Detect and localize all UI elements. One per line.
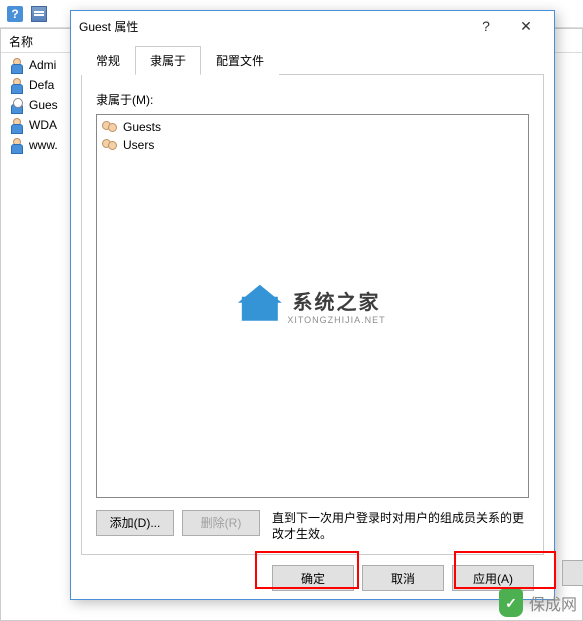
dialog-button-row: 确定 取消 应用(A) [81, 555, 544, 591]
footer-watermark: 保成网 [499, 589, 577, 617]
dialog-body: 常规 隶属于 配置文件 隶属于(M): Guests Users 系统之家 XI… [71, 41, 554, 599]
list-item-label: WDA [29, 118, 57, 132]
help-toolbar-button[interactable]: ? [4, 3, 26, 25]
panel-toolbar-button[interactable] [28, 3, 50, 25]
member-of-listbox[interactable]: Guests Users 系统之家 XITONGZHIJIA.NET [96, 114, 529, 498]
help-button[interactable]: 帮助 [562, 560, 583, 586]
tab-member-of[interactable]: 隶属于 [135, 46, 201, 75]
panel-icon [31, 6, 47, 22]
member-item-label: Users [123, 138, 154, 152]
list-item-label: Admi [29, 58, 56, 72]
member-of-label: 隶属于(M): [96, 91, 529, 108]
add-button[interactable]: 添加(D)... [96, 510, 174, 536]
tab-profile[interactable]: 配置文件 [201, 46, 279, 75]
shield-icon [499, 589, 523, 617]
watermark-title: 系统之家 [287, 286, 385, 315]
properties-dialog: Guest 属性 ? ✕ 常规 隶属于 配置文件 隶属于(M): Guests … [70, 10, 555, 600]
member-item[interactable]: Guests [100, 118, 525, 136]
user-icon [9, 137, 25, 153]
membership-note: 直到下一次用户登录时对用户的组成员关系的更改才生效。 [268, 510, 529, 542]
dialog-titlebar: Guest 属性 ? ✕ [71, 11, 554, 41]
tab-content: 隶属于(M): Guests Users 系统之家 XITONGZHIJIA.N… [81, 75, 544, 555]
dialog-help-button[interactable]: ? [466, 12, 506, 40]
footer-text: 保成网 [529, 591, 577, 615]
watermark-subtitle: XITONGZHIJIA.NET [287, 315, 385, 325]
dialog-close-button[interactable]: ✕ [506, 12, 546, 40]
list-item-label: www. [29, 138, 58, 152]
group-icon [102, 119, 118, 135]
user-icon [9, 57, 25, 73]
tab-strip: 常规 隶属于 配置文件 [81, 45, 544, 75]
help-icon: ? [7, 6, 23, 22]
cancel-button[interactable]: 取消 [362, 565, 444, 591]
list-item-label: Gues [29, 98, 58, 112]
member-item-label: Guests [123, 120, 161, 134]
house-icon [239, 287, 279, 323]
watermark-logo: 系统之家 XITONGZHIJIA.NET [239, 286, 385, 327]
apply-button[interactable]: 应用(A) [452, 565, 534, 591]
user-guest-icon [9, 97, 25, 113]
user-icon [9, 77, 25, 93]
ok-button[interactable]: 确定 [272, 565, 354, 591]
dialog-title-text: Guest 属性 [79, 18, 466, 35]
list-buttons-row: 添加(D)... 删除(R) 直到下一次用户登录时对用户的组成员关系的更改才生效… [96, 510, 529, 542]
list-item-label: Defa [29, 78, 54, 92]
remove-button: 删除(R) [182, 510, 260, 536]
group-icon [102, 137, 118, 153]
tab-general[interactable]: 常规 [81, 46, 135, 75]
user-icon [9, 117, 25, 133]
member-item[interactable]: Users [100, 136, 525, 154]
